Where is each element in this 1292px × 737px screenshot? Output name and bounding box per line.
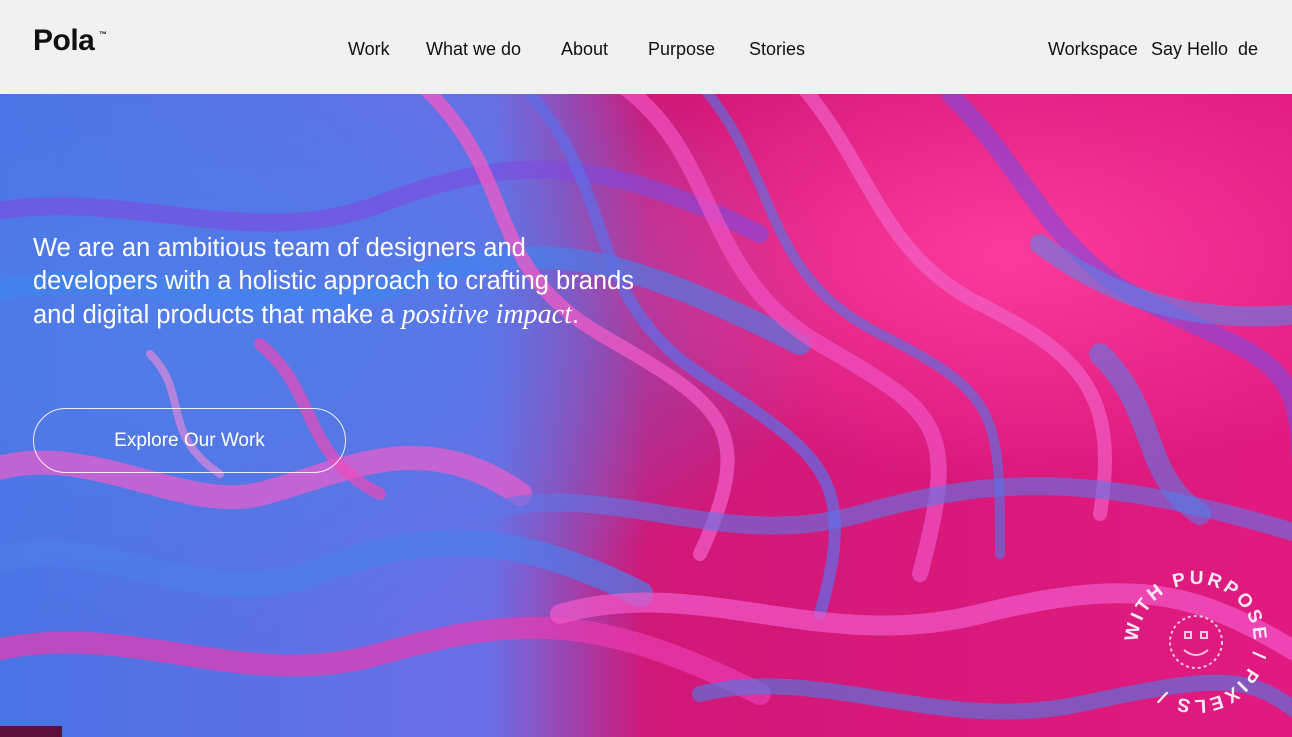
logo[interactable]: Pola xyxy=(33,24,95,58)
nav-item-purpose[interactable]: Purpose xyxy=(648,38,715,60)
site-header: Pola ™ Work What we do About Purpose Sto… xyxy=(0,0,1292,94)
trademark-mark: ™ xyxy=(99,30,107,39)
hero-headline-end: . xyxy=(571,301,579,329)
hero-section: We are an ambitious team of designers an… xyxy=(0,94,1292,737)
nav-item-workspace[interactable]: Workspace xyxy=(1048,38,1138,60)
corner-tab xyxy=(0,726,62,737)
nav-item-about[interactable]: About xyxy=(561,38,608,60)
purpose-badge: WITH PURPOSE / PIXELS / xyxy=(1122,568,1270,716)
hero-headline-emphasis: positive impact xyxy=(401,299,572,330)
hero-headline: We are an ambitious team of designers an… xyxy=(33,232,653,332)
smiley-face-icon xyxy=(1169,615,1223,669)
badge-text: WITH PURPOSE / PIXELS / xyxy=(1122,568,1270,716)
explore-work-button[interactable]: Explore Our Work xyxy=(33,408,346,473)
explore-work-button-label: Explore Our Work xyxy=(114,429,265,451)
nav-item-work[interactable]: Work xyxy=(348,38,390,60)
nav-item-what-we-do[interactable]: What we do xyxy=(426,38,521,60)
nav-item-stories[interactable]: Stories xyxy=(749,38,805,60)
nav-item-say-hello[interactable]: Say Hello xyxy=(1151,38,1228,60)
language-switch[interactable]: de xyxy=(1238,38,1258,60)
